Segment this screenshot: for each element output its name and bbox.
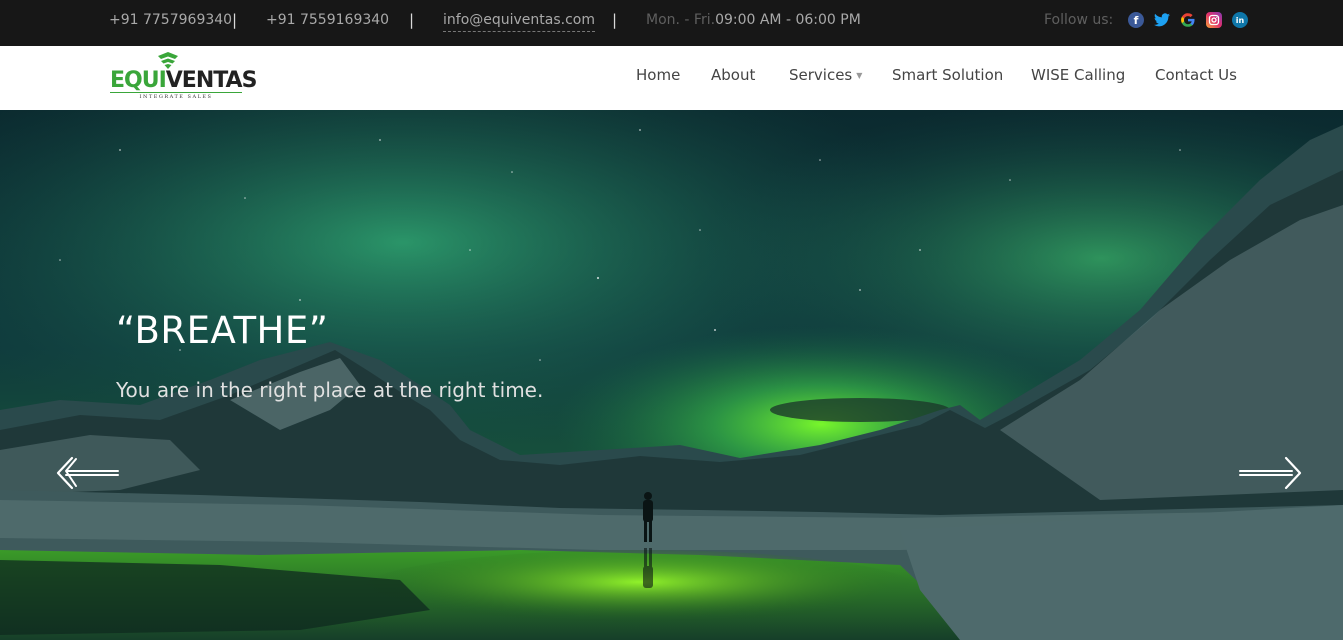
main-navbar: EQUIVENTAS INTEGRATE SALES Home About Se…	[0, 46, 1343, 110]
brand-tagline: INTEGRATE SALES	[110, 92, 242, 100]
nav-services[interactable]: Services ▼	[789, 66, 862, 85]
twitter-icon[interactable]	[1154, 12, 1170, 28]
nav-wise-calling[interactable]: WISE Calling	[1031, 66, 1125, 84]
brand-logo[interactable]: EQUIVENTAS INTEGRATE SALES	[110, 52, 257, 102]
slider-next-button[interactable]	[1238, 456, 1302, 490]
nav-smart-solution[interactable]: Smart Solution	[892, 66, 1003, 84]
social-links: f in	[1128, 12, 1248, 28]
top-info-bar: +91 7757969340 | +91 7559169340 | info@e…	[0, 0, 1343, 46]
hero-title: “BREATHE”	[116, 309, 329, 352]
facebook-icon[interactable]: f	[1128, 12, 1144, 28]
nav-home[interactable]: Home	[636, 66, 680, 84]
brand-name: EQUIVENTAS	[110, 68, 258, 93]
hero-background-image	[0, 110, 1343, 640]
instagram-icon[interactable]	[1206, 12, 1222, 28]
nav-about[interactable]: About	[711, 66, 755, 84]
brand-name-dark: VENTAS	[165, 68, 258, 93]
business-hours: Mon. - Fri.09:00 AM - 06:00 PM	[646, 11, 861, 29]
phone-number-1[interactable]: +91 7757969340	[109, 11, 232, 29]
separator: |	[409, 11, 415, 29]
hours-time: 09:00 AM - 06:00 PM	[715, 12, 861, 28]
follow-us-label: Follow us:	[1044, 12, 1114, 28]
separator: |	[232, 11, 238, 29]
google-icon[interactable]	[1180, 12, 1196, 28]
slider-prev-button[interactable]	[56, 456, 120, 490]
chevron-down-icon: ▼	[856, 70, 863, 80]
arrow-left-icon	[56, 456, 119, 490]
hero-subtitle: You are in the right place at the right …	[116, 378, 544, 402]
hero-slider: “BREATHE” You are in the right place at …	[0, 110, 1343, 640]
linkedin-icon[interactable]: in	[1232, 12, 1248, 28]
phone-number-2[interactable]: +91 7559169340	[266, 11, 389, 29]
nav-services-label: Services	[789, 66, 853, 84]
nav-contact-us[interactable]: Contact Us	[1155, 66, 1237, 84]
arrow-right-icon	[1239, 456, 1302, 490]
email-link[interactable]: info@equiventas.com	[443, 11, 596, 32]
brand-name-green: EQUI	[110, 68, 167, 93]
separator: |	[612, 11, 618, 29]
hours-label: Mon. - Fri.	[646, 12, 716, 28]
